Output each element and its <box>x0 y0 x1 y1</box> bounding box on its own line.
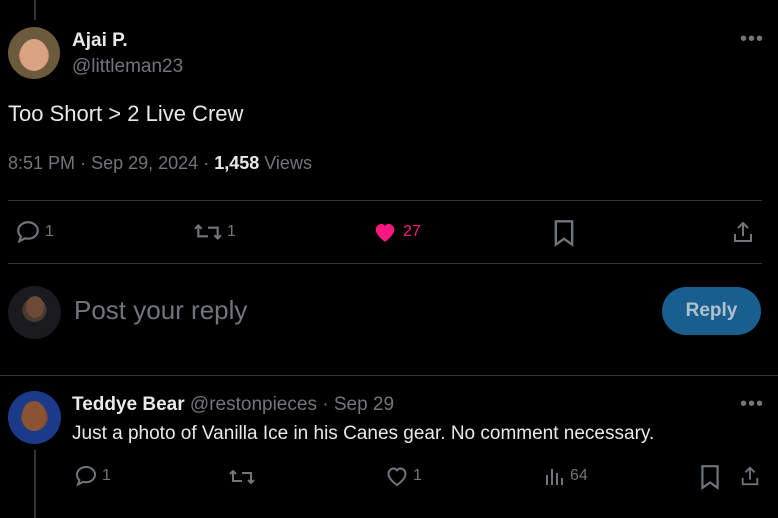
share-icon <box>734 221 752 242</box>
divider <box>8 263 762 264</box>
retweet-count: 1 <box>227 223 236 240</box>
views-icon <box>546 469 563 485</box>
share-action[interactable] <box>731 219 755 245</box>
thread-line <box>34 450 36 518</box>
current-user-avatar[interactable] <box>8 286 61 339</box>
avatar-face <box>22 401 46 431</box>
bookmark-action[interactable] <box>552 219 576 247</box>
reply-input[interactable]: Post your reply <box>74 295 247 326</box>
avatar-face <box>26 296 44 318</box>
reply-author-avatar[interactable] <box>8 391 61 444</box>
reply-author-handle[interactable]: @restonpieces <box>190 394 317 415</box>
like-count: 27 <box>403 223 421 240</box>
author-name[interactable]: Ajai P. <box>72 30 128 52</box>
reply-like-count: 1 <box>413 467 422 484</box>
more-icon[interactable]: ••• <box>740 393 764 416</box>
divider <box>8 200 762 201</box>
retweet-icon <box>194 224 222 240</box>
divider <box>0 375 778 376</box>
tweet-time[interactable]: 8:51 PM <box>8 153 75 173</box>
comment-icon <box>75 465 97 487</box>
bookmark-icon <box>701 465 719 490</box>
reply-date[interactable]: Sep 29 <box>334 394 394 415</box>
tweet-text: Too Short > 2 Live Crew <box>8 101 244 126</box>
reply-views-count: 64 <box>570 467 588 484</box>
views-count: 1,458 <box>214 153 260 173</box>
heart-icon <box>375 223 395 242</box>
reply-reply-count: 1 <box>102 467 111 484</box>
tweet-date[interactable]: Sep 29, 2024 <box>91 153 198 173</box>
more-icon[interactable]: ••• <box>740 28 764 51</box>
reply-share-action[interactable] <box>739 464 761 488</box>
reply-views-action[interactable]: 64 <box>544 465 588 487</box>
bookmark-icon <box>554 220 574 247</box>
reply-header: Teddye Bear @restonpieces · Sep 29 <box>72 394 395 415</box>
avatar-face <box>20 39 48 71</box>
reply-like-action[interactable]: 1 <box>385 464 422 488</box>
views-label: Views <box>264 153 312 173</box>
share-icon <box>741 466 759 486</box>
reply-button[interactable]: Reply <box>662 287 761 335</box>
comment-icon <box>17 221 39 244</box>
retweet-icon <box>229 469 255 485</box>
like-action[interactable]: 27 <box>371 219 421 245</box>
author-avatar[interactable] <box>8 27 60 79</box>
reply-bookmark-action[interactable] <box>699 464 721 490</box>
reply-action[interactable]: 1 <box>15 219 54 245</box>
heart-icon <box>387 467 407 487</box>
thread-line <box>34 0 36 20</box>
tweet-meta: 8:51 PM · Sep 29, 2024 · 1,458 Views <box>8 153 312 173</box>
reply-text: Just a photo of Vanilla Ice in his Canes… <box>72 423 655 444</box>
retweet-action[interactable]: 1 <box>193 219 236 245</box>
reply-reply-action[interactable]: 1 <box>74 464 111 488</box>
author-handle[interactable]: @littleman23 <box>72 56 183 78</box>
reply-author-name[interactable]: Teddye Bear <box>72 394 185 415</box>
reply-retweet-action[interactable] <box>228 465 260 489</box>
reply-count: 1 <box>45 223 54 240</box>
